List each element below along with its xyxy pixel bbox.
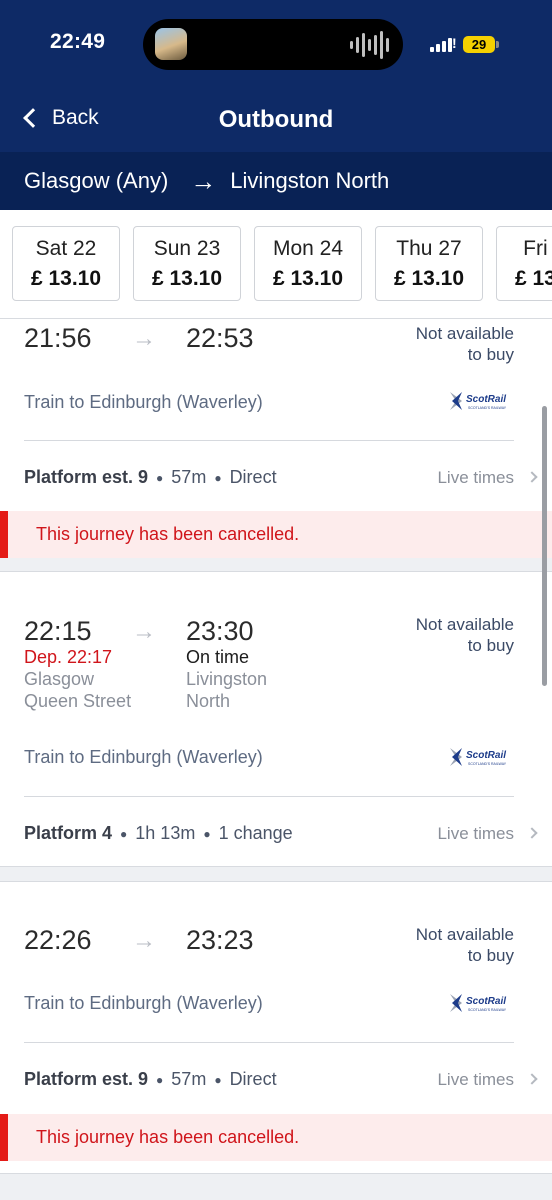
cancellation-text: This journey has been cancelled. — [36, 1127, 300, 1147]
journey-info: Platform 4 ● 1h 13m ● 1 change — [24, 823, 293, 843]
availability-status: Not available to buy — [416, 614, 514, 656]
date-price: £ 13.10 — [272, 267, 344, 290]
dynamic-island — [143, 19, 403, 70]
page-title: Outbound — [218, 106, 334, 133]
wifi-icon: ! — [452, 35, 457, 51]
route-to: Livingston North — [230, 168, 390, 193]
scotrail-logo: ScotRail SCOTLAND'S RAILWAY — [450, 392, 507, 410]
arrival-time: 23:30 — [186, 616, 254, 646]
origin-station: Glasgow Queen Street — [24, 668, 131, 712]
journey-card[interactable]: 21:56 → 22:53 Not available to buy Train… — [0, 318, 552, 558]
date-price: £ 13.10 — [514, 267, 552, 290]
availability-line: Not available — [415, 324, 514, 343]
date-selector[interactable]: Sat 22 £ 13.10 Sun 23 £ 13.10 Mon 24 £ 1… — [0, 210, 552, 318]
date-day: Thu 27 — [396, 237, 462, 260]
delayed-departure: Dep. 22:17 — [24, 647, 113, 667]
arrow-right-icon: → — [190, 165, 217, 196]
journey-card[interactable]: 22:15 → 23:30 Dep. 22:17 On time Glasgow… — [0, 571, 552, 867]
date-day: Sat 22 — [35, 237, 97, 260]
now-playing-thumbnail — [155, 28, 187, 60]
availability-line: Not available — [415, 615, 514, 634]
scotrail-logo: ScotRail SCOTLAND'S RAILWAY — [450, 748, 507, 766]
cancellation-banner: This journey has been cancelled. — [0, 1114, 552, 1161]
origin-line: Queen Street — [24, 691, 132, 711]
availability-line: to buy — [467, 636, 514, 655]
chevron-right-icon — [526, 1073, 538, 1085]
app-header: 22:49 ! 29 Back Outbound — [0, 0, 552, 152]
availability-status: Not available to buy — [416, 924, 514, 966]
availability-line: to buy — [467, 345, 514, 364]
scrollbar[interactable] — [542, 406, 547, 686]
status-time: 22:49 — [50, 30, 106, 53]
divider — [24, 1042, 514, 1043]
journey-info: Platform est. 9 ● 57m ● Direct — [24, 1069, 277, 1089]
live-times-link[interactable]: Live times — [437, 1070, 514, 1090]
train-destination: Train to Edinburgh (Waverley) — [24, 747, 263, 767]
journey-card[interactable]: 22:26 → 23:23 Not available to buy Train… — [0, 881, 552, 1174]
date-option[interactable]: Mon 24 £ 13.10 — [254, 226, 362, 301]
origin-line: Glasgow — [24, 669, 95, 689]
chevron-right-icon — [526, 471, 538, 483]
arrow-right-icon: → — [132, 927, 156, 954]
divider — [24, 440, 514, 441]
operator-name: ScotRail — [466, 996, 506, 1007]
live-times-link[interactable]: Live times — [437, 468, 514, 488]
date-day: Mon 24 — [272, 237, 344, 260]
arrow-right-icon: → — [132, 325, 156, 352]
date-day: Fri 28 — [523, 237, 552, 260]
operator-tagline: SCOTLAND'S RAILWAY — [468, 1008, 507, 1012]
date-option[interactable]: Sat 22 £ 13.10 — [12, 226, 120, 301]
departure-time: 22:15 — [24, 616, 92, 646]
arrow-right-icon: → — [132, 618, 156, 645]
date-option[interactable]: Fri 28 £ 13.10 — [496, 226, 552, 301]
destination-line: North — [186, 691, 231, 711]
cancellation-text: This journey has been cancelled. — [36, 524, 300, 544]
date-option[interactable]: Thu 27 £ 13.10 — [375, 226, 483, 301]
train-destination: Train to Edinburgh (Waverley) — [24, 993, 263, 1013]
battery-icon: 29 — [463, 36, 495, 53]
audio-waveform-icon — [350, 31, 389, 59]
operator-name: ScotRail — [466, 750, 506, 761]
changes: Direct — [229, 1069, 277, 1089]
destination-line: Livingston — [186, 669, 268, 689]
availability-line: Not available — [415, 925, 514, 944]
arrival-status: On time — [186, 647, 250, 667]
date-price: £ 13.10 — [151, 267, 223, 290]
date-option[interactable]: Sun 23 £ 13.10 — [133, 226, 241, 301]
date-price: £ 13.10 — [393, 267, 465, 290]
live-times-link[interactable]: Live times — [437, 824, 514, 844]
journey-info: Platform est. 9 ● 57m ● Direct — [24, 467, 277, 487]
availability-line: to buy — [467, 946, 514, 965]
divider — [24, 796, 514, 797]
departure-time: 21:56 — [24, 323, 92, 353]
date-price: £ 13.10 — [30, 267, 102, 290]
cancellation-banner: This journey has been cancelled. — [0, 511, 552, 558]
chevron-right-icon — [526, 827, 538, 839]
duration: 57m — [171, 1069, 207, 1089]
availability-status: Not available to buy — [416, 323, 514, 365]
destination-station: Livingston North — [186, 668, 267, 712]
cellular-signal-icon — [430, 38, 452, 52]
operator-name: ScotRail — [466, 394, 506, 405]
operator-tagline: SCOTLAND'S RAILWAY — [468, 406, 507, 410]
date-day: Sun 23 — [153, 237, 221, 260]
platform: Platform 4 — [24, 823, 113, 843]
changes: Direct — [229, 467, 277, 487]
route-summary: Glasgow (Any) → Livingston North — [0, 152, 552, 210]
route-from: Glasgow (Any) — [24, 168, 169, 193]
departure-time: 22:26 — [24, 925, 92, 955]
train-destination: Train to Edinburgh (Waverley) — [24, 392, 263, 412]
platform: Platform est. 9 — [24, 467, 149, 487]
operator-tagline: SCOTLAND'S RAILWAY — [468, 762, 507, 766]
battery-tip — [496, 41, 499, 48]
duration: 1h 13m — [135, 823, 196, 843]
duration: 57m — [171, 467, 207, 487]
platform: Platform est. 9 — [24, 1069, 149, 1089]
changes: 1 change — [218, 823, 293, 843]
scotrail-logo: ScotRail SCOTLAND'S RAILWAY — [450, 994, 507, 1012]
arrival-time: 22:53 — [186, 323, 254, 353]
arrival-time: 23:23 — [186, 925, 254, 955]
